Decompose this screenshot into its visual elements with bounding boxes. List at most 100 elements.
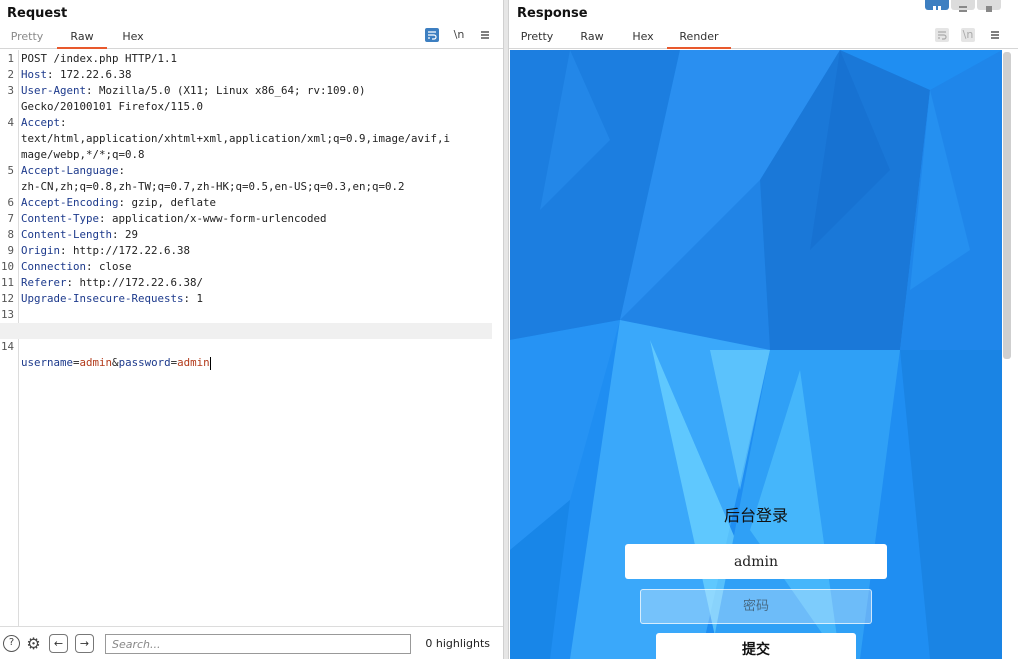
header-name: Content-Length [21,228,113,241]
submit-button[interactable]: 提交 [656,633,856,659]
header-line: Content-Type: application/x-www-form-url… [21,211,327,227]
header-value: : [60,116,67,129]
header-line: Accept-Encoding: gzip, deflate [21,195,216,211]
param-key-username: username [21,356,74,369]
body-line[interactable]: 14 username=admin&password=admin [0,323,492,370]
line-number: 10 [0,260,14,273]
header-value: : 1 [183,292,204,305]
search-input[interactable] [105,634,411,654]
header-name: Upgrade-Insecure-Requests [21,292,184,305]
render-scrollbar[interactable] [1003,52,1011,359]
raw-text: mage/webp,*/*;q=0.8 [21,148,145,161]
rendered-html-view: 后台登录 提交 [510,50,1002,659]
header-line: Connection: close [21,259,132,275]
param-key-password: password [118,356,171,369]
split-horizontal-layout-icon[interactable] [925,0,949,12]
tab-hex[interactable]: Hex [629,29,657,49]
header-name: Accept [21,116,61,129]
request-line[interactable]: 9 Origin: http://172.22.6.38 [0,243,492,259]
request-line[interactable]: 6 Accept-Encoding: gzip, deflate [0,195,492,211]
header-line: Upgrade-Insecure-Requests: 1 [21,291,203,307]
header-line: Referer: http://172.22.6.38/ [21,275,203,291]
menu-icon[interactable] [478,28,492,42]
header-value: : close [86,260,132,273]
header-line: User-Agent: Mozilla/5.0 (X11; Linux x86_… [21,83,366,99]
request-line[interactable]: Gecko/20100101 Firefox/115.0 [0,99,492,115]
tab-raw[interactable]: Raw [57,29,107,49]
login-heading: 后台登录 [723,506,788,525]
request-line[interactable]: 2 Host: 172.22.6.38 [0,67,492,83]
request-line[interactable]: 11 Referer: http://172.22.6.38/ [0,275,492,291]
request-line[interactable]: 8 Content-Length: 29 [0,227,492,243]
tabs-layout-icon[interactable] [977,0,1001,12]
header-name: Content-Type [21,212,100,225]
line-number: 2 [7,68,14,81]
line-number: 5 [7,164,14,177]
line-number: 12 [0,292,14,305]
password-input[interactable] [640,589,872,624]
help-icon[interactable]: ? [3,635,20,652]
request-line[interactable]: mage/webp,*/*;q=0.8 [0,147,492,163]
settings-gear-icon[interactable]: ⚙ [25,635,42,652]
response-pane: Response Pretty Raw Hex Render \n 后台登录 a… [509,0,1018,659]
header-name: Origin [21,244,61,257]
request-bottom-bar: ? ⚙ ← → 0 highlights [0,626,503,659]
request-line[interactable]: 1 POST /index.php HTTP/1.1 [0,51,492,67]
line-number: 8 [7,228,14,241]
line-number: 7 [7,212,14,225]
wrap-lines-icon[interactable] [425,28,439,42]
request-line[interactable]: 5 Accept-Language: [0,163,492,179]
param-value-username: admin [79,356,113,369]
line-number: 3 [7,84,14,97]
text-caret [209,356,211,370]
request-line[interactable]: text/html,application/xhtml+xml,applicat… [0,131,492,147]
menu-icon[interactable] [988,28,1002,42]
newline-toggle-icon[interactable]: \n [961,28,975,42]
split-vertical-layout-icon[interactable] [951,0,975,12]
highlights-count: 0 highlights [425,637,490,650]
request-line[interactable]: 12 Upgrade-Insecure-Requests: 1 [0,291,492,307]
header-value: : application/x-www-form-urlencoded [99,212,327,225]
request-body: username=admin&password=admin [21,355,211,371]
request-pane: Request Pretty Raw Hex \n 1 POST /index.p… [0,0,503,659]
header-line: Host: 172.22.6.38 [21,67,132,83]
param-value-password: admin [177,356,210,369]
back-arrow-icon[interactable]: ← [49,634,68,653]
request-line[interactable]: 10 Connection: close [0,259,492,275]
raw-text: POST /index.php HTTP/1.1 [21,52,178,65]
tab-render[interactable]: Render [667,29,731,49]
header-value: : [118,164,126,177]
header-line: Accept-Language: [21,163,125,179]
header-value: : Mozilla/5.0 (X11; Linux x86_64; rv:109… [86,84,366,97]
raw-text: zh-CN,zh;q=0.8,zh-TW;q=0.7,zh-HK;q=0.5,e… [21,180,405,193]
header-value: : http://172.22.6.38/ [66,276,204,289]
line-number: 14 [0,340,14,353]
newline-toggle-icon[interactable]: \n [452,28,466,42]
line-number: 6 [7,196,14,209]
tab-hex[interactable]: Hex [117,29,149,49]
header-name: Host [21,68,48,81]
response-title: Response [517,6,588,21]
header-line: Content-Length: 29 [21,227,138,243]
header-value: : 172.22.6.38 [47,68,132,81]
header-value: : gzip, deflate [118,196,217,209]
line-number: 1 [7,52,14,65]
line-number: 4 [7,116,14,129]
tab-pretty[interactable]: Pretty [517,29,557,49]
header-line: Accept: [21,115,67,131]
wrap-lines-icon[interactable] [935,28,949,42]
request-line[interactable]: 7 Content-Type: application/x-www-form-ur… [0,211,492,227]
forward-arrow-icon[interactable]: → [75,634,94,653]
request-line[interactable]: 3 User-Agent: Mozilla/5.0 (X11; Linux x86… [0,83,492,99]
line-number: 13 [0,308,14,321]
request-line[interactable]: 4 Accept: [0,115,492,131]
request-line[interactable]: 13 [0,307,492,323]
header-name: Referer [21,276,67,289]
line-number: 11 [0,276,14,289]
header-value: : http://172.22.6.38 [60,244,191,257]
tab-raw[interactable]: Raw [577,29,607,49]
request-line[interactable]: zh-CN,zh;q=0.8,zh-TW;q=0.7,zh-HK;q=0.5,e… [0,179,492,195]
tab-pretty[interactable]: Pretty [7,29,47,49]
username-input[interactable] [625,544,887,579]
request-editor[interactable]: 1 POST /index.php HTTP/1.1 2 Host: 172.22.6… [0,50,503,626]
